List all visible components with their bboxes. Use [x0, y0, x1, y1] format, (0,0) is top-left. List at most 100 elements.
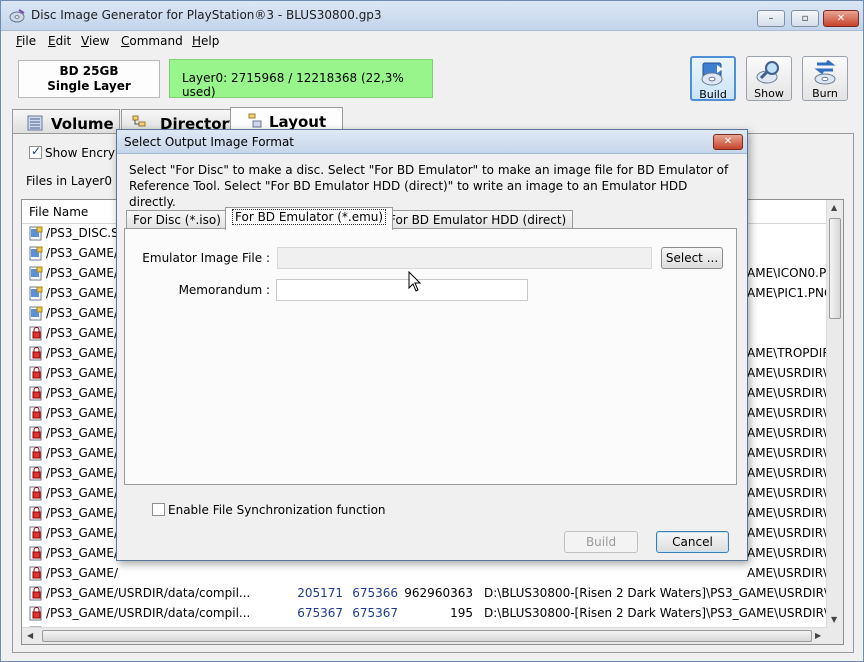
encrypted-file-icon: [29, 426, 42, 441]
file-name-cell: /PS3_GAME/: [46, 546, 119, 560]
table-row[interactable]: /PS3_GAME/USRDIR/data/compil... 205171 675…: [22, 584, 835, 604]
menu-edit[interactable]: Edit: [48, 34, 71, 48]
file-name-cell: /PS3_GAME/USRDIR/data/compil...: [46, 606, 251, 620]
file-sync-checkbox[interactable]: Enable File Synchronization function: [152, 503, 386, 517]
file-name-cell: /PS3_GAME/USRDIR/data/compil...: [46, 586, 251, 600]
disc-type-box: BD 25GB Single Layer: [18, 60, 160, 98]
dialog-build-button[interactable]: Build: [564, 531, 638, 553]
build-label: Build: [699, 88, 727, 101]
file-icon: [29, 286, 43, 301]
file-size-cell: 195: [450, 606, 473, 620]
encrypted-file-icon: [29, 366, 42, 381]
encrypted-file-icon: [29, 546, 42, 561]
show-toolbar-button[interactable]: Show: [746, 56, 792, 101]
file-name-cell: /PS3_GAME/: [46, 526, 119, 540]
vertical-scroll-thumb[interactable]: [829, 218, 841, 319]
show-encrypt-label: Show Encryp: [45, 146, 123, 160]
encrypted-file-icon: [29, 486, 42, 501]
source-path-tail-cell: AME\USRDIR\c: [747, 506, 834, 520]
build-toolbar-button[interactable]: Build: [690, 56, 736, 101]
menu-view[interactable]: View: [81, 34, 109, 48]
end-sector-cell: 675366: [352, 586, 398, 600]
disc-type-line1: BD 25GB: [59, 64, 119, 78]
close-button[interactable]: ✕: [823, 10, 859, 27]
source-path-cell: D:\BLUS30800-[Risen 2 Dark Waters]\PS3_G…: [484, 586, 835, 600]
file-name-cell: /PS3_GAME/: [46, 326, 119, 340]
vertical-scrollbar[interactable]: ▲ ▼: [826, 200, 843, 644]
encrypted-file-icon: [29, 346, 42, 361]
file-sync-check[interactable]: [152, 503, 165, 516]
memorandum-field[interactable]: [276, 279, 528, 301]
dialog-cancel-button[interactable]: Cancel: [656, 531, 729, 553]
source-path-tail-cell: AME\USRDIR\c: [747, 446, 834, 460]
app-disc-icon: [9, 9, 25, 23]
table-row[interactable]: /PS3_GAME/AME\USRDIR\c: [22, 564, 834, 584]
file-icon: [29, 246, 43, 261]
memorandum-label: Memorandum :: [178, 283, 270, 297]
file-name-cell: /PS3_GAME/: [46, 486, 119, 500]
horizontal-scrollbar[interactable]: ◀ ▶: [22, 627, 828, 644]
scroll-up-icon[interactable]: ▲: [831, 203, 837, 212]
file-size-cell: 962960363: [404, 586, 473, 600]
magnifier-disc-icon: [756, 61, 779, 84]
emulator-image-file-label: Emulator Image File :: [142, 251, 270, 265]
encrypted-file-icon: [29, 606, 42, 621]
menu-bar: File Edit View Command Help: [1, 31, 863, 51]
file-name-cell: /PS3_GAME/: [46, 446, 119, 460]
burn-toolbar-button[interactable]: Burn: [802, 56, 848, 101]
table-row[interactable]: /PS3_GAME/USRDIR/data/compil... 675367 675…: [22, 604, 835, 624]
file-name-cell: /PS3_DISC.S: [46, 226, 119, 240]
encrypted-file-icon: [29, 446, 42, 461]
minimize-button[interactable]: –: [757, 10, 785, 27]
scroll-right-icon[interactable]: ▶: [815, 631, 821, 640]
encrypted-file-icon: [29, 386, 42, 401]
tab-volume[interactable]: Volume: [12, 109, 120, 135]
source-path-tail-cell: AME\USRDIR\c: [747, 466, 834, 480]
show-label: Show: [754, 87, 784, 100]
start-sector-cell: 205171: [297, 586, 343, 600]
menu-command[interactable]: Command: [121, 34, 183, 48]
encrypted-file-icon: [29, 586, 42, 601]
layout-icon: [248, 113, 262, 128]
file-name-cell: /PS3_GAME/: [46, 506, 119, 520]
tab-for-bd-emulator[interactable]: For BD Emulator (*.emu): [225, 207, 394, 230]
mouse-cursor-icon: [408, 271, 422, 292]
encrypted-file-icon: [29, 526, 42, 541]
tab-for-disc[interactable]: For Disc (*.iso): [126, 210, 228, 229]
select-file-button[interactable]: Select ...: [661, 247, 723, 269]
menu-file[interactable]: File: [16, 34, 36, 48]
file-name-cell: /PS3_GAME/: [46, 286, 119, 300]
source-path-tail-cell: AME\USRDIR\c: [747, 386, 834, 400]
source-path-tail-cell: AME\USRDIR\c: [747, 566, 834, 580]
emulator-image-file-field[interactable]: [277, 247, 652, 269]
file-name-cell: /PS3_GAME/: [46, 566, 119, 580]
source-path-tail-cell: AME\TROPDIR: [747, 346, 831, 360]
show-encrypt-check[interactable]: [29, 144, 42, 159]
tab-for-bd-emulator-hdd[interactable]: For BD Emulator HDD (direct): [382, 210, 574, 229]
show-encrypt-checkbox[interactable]: Show Encryp: [29, 144, 123, 160]
encrypted-file-icon: [29, 566, 42, 581]
file-name-cell: /PS3_GAME/: [46, 386, 119, 400]
file-name-cell: /PS3_GAME/: [46, 306, 119, 320]
maximize-button[interactable]: ▫: [791, 10, 819, 27]
menu-help[interactable]: Help: [192, 34, 219, 48]
disc-type-line2: Single Layer: [47, 79, 131, 93]
file-name-header[interactable]: File Name: [29, 205, 88, 219]
source-path-tail-cell: AME\USRDIR\c: [747, 406, 834, 420]
horizontal-scroll-thumb[interactable]: [42, 630, 812, 642]
scroll-left-icon[interactable]: ◀: [27, 631, 33, 640]
title-bar: Disc Image Generator for PlayStation®3 -…: [1, 1, 863, 31]
dialog-close-icon[interactable]: ✕: [713, 134, 743, 150]
scroll-down-icon[interactable]: ▼: [831, 615, 837, 624]
file-name-cell: /PS3_GAME/: [46, 466, 119, 480]
file-name-cell: /PS3_GAME/: [46, 266, 119, 280]
encrypted-file-icon: [29, 326, 42, 341]
file-sync-label: Enable File Synchronization function: [168, 503, 386, 517]
source-path-tail-cell: AME\USRDIR\c: [747, 486, 834, 500]
source-path-tail-cell: AME\USRDIR\c: [747, 526, 834, 540]
source-path-tail-cell: AME\ICON0.PN: [747, 266, 836, 280]
encrypted-file-icon: [29, 466, 42, 481]
file-name-cell: /PS3_GAME/: [46, 366, 119, 380]
window-title: Disc Image Generator for PlayStation®3 -…: [31, 8, 382, 22]
layer-capacity: Layer0: 2715968 / 12218368 (22,3% used): [169, 59, 433, 99]
